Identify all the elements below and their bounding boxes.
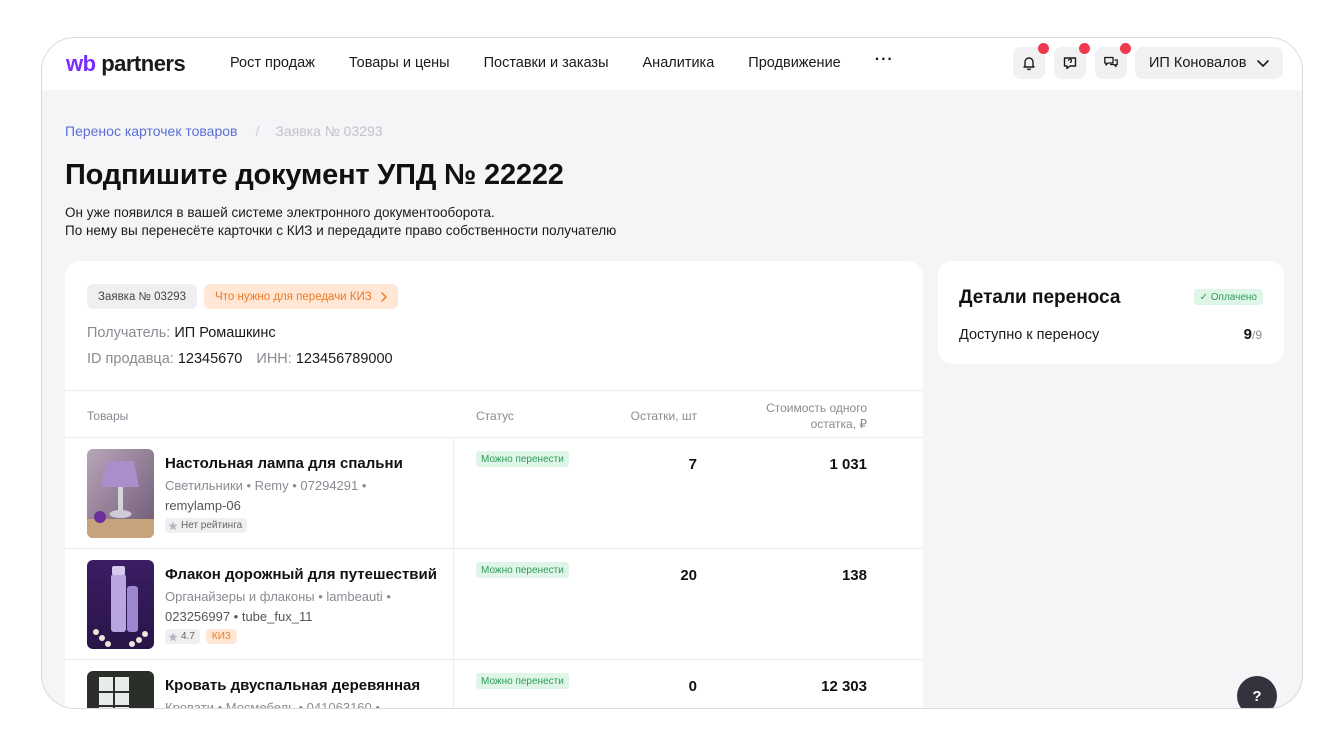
available-label: Доступно к переносу xyxy=(959,327,1100,343)
recipient-line: Получатель: ИП Ромашкинс xyxy=(87,325,276,341)
unit-cost: 12 303 xyxy=(821,678,867,695)
status-badge: Можно перенести xyxy=(476,562,569,578)
product-meta-line-2: remylamp-06 xyxy=(165,498,241,513)
subtitle-line-2: По нему вы перенесёте карточки с КИЗ и п… xyxy=(65,223,617,238)
kiz-badge: КИЗ xyxy=(205,629,237,644)
unit-cost: 1 031 xyxy=(829,456,867,473)
column-header-cost-line-2: остатка, ₽ xyxy=(810,417,867,431)
notification-dot xyxy=(1120,43,1131,54)
chat-button[interactable] xyxy=(1095,43,1131,79)
breadcrumb-parent-link[interactable]: Перенос карточек товаров xyxy=(65,123,237,139)
seller-ids-line: ID продавца: 12345670 ИНН: 123456789000 xyxy=(87,351,393,367)
page-title: Подпишите документ УПД № 22222 xyxy=(65,159,564,191)
table-row[interactable]: Настольная лампа для спальни Светильники… xyxy=(65,438,923,549)
stock-quantity: 7 xyxy=(688,456,697,473)
nav-item-products-prices[interactable]: Товары и цены xyxy=(349,55,450,71)
inn-label: ИНН: xyxy=(256,351,292,367)
chat-icon xyxy=(1104,56,1118,68)
account-menu-button[interactable]: ИП Коновалов xyxy=(1135,47,1283,79)
nav-item-promotion[interactable]: Продвижение xyxy=(748,55,840,71)
request-card: Заявка № 03293 Что нужно для передачи КИ… xyxy=(65,261,923,709)
product-meta-line-1: Светильники • Remy • 07294291 • xyxy=(165,478,367,493)
notifications-button[interactable] xyxy=(1013,43,1049,79)
product-image-lamp xyxy=(87,449,154,538)
nav-more-button[interactable]: ··· xyxy=(875,51,894,71)
stock-quantity: 20 xyxy=(680,567,697,584)
unit-cost: 138 xyxy=(841,567,867,584)
seller-id-label: ID продавца: xyxy=(87,351,174,367)
kiz-info-link[interactable]: Что нужно для передачи КИЗ xyxy=(204,284,398,309)
breadcrumb-separator: / xyxy=(255,123,260,139)
support-button[interactable] xyxy=(1054,43,1090,79)
nav-item-analytics[interactable]: Аналитика xyxy=(643,55,715,71)
products-table-header: Товары Статус Остатки, шт Стоимость одно… xyxy=(65,390,923,438)
bell-icon xyxy=(1023,57,1035,71)
logo-suffix: partners xyxy=(101,51,186,76)
seller-id-value: 12345670 xyxy=(177,351,243,367)
rating-value: Нет рейтинга xyxy=(181,520,243,531)
page-subtitle: Он уже появился в вашей системе электрон… xyxy=(65,204,616,240)
status-badge: Можно перенести xyxy=(476,673,569,689)
column-header-cost-line-1: Стоимость одного xyxy=(766,401,867,415)
product-meta-line-2: 023256997 • tube_fux_11 xyxy=(165,609,313,624)
rating-badge: 4.7 xyxy=(165,629,200,644)
star-icon xyxy=(168,521,178,530)
subtitle-line-1: Он уже появился в вашей системе электрон… xyxy=(65,205,495,220)
product-meta: Кровати • Мосмебель • 041063160 • xyxy=(165,698,395,709)
wb-partners-logo[interactable]: wb partners xyxy=(66,51,186,77)
star-icon xyxy=(168,632,178,641)
rating-badge: Нет рейтинга xyxy=(165,518,248,533)
recipient-value: ИП Ромашкинс xyxy=(174,325,276,341)
product-name[interactable]: Флакон дорожный для путешествий xyxy=(165,566,437,583)
table-row[interactable]: Флакон дорожный для путешествий Органайз… xyxy=(65,549,923,660)
main-nav: Рост продаж Товары и цены Поставки и зак… xyxy=(230,51,894,71)
breadcrumb-current: Заявка № 03293 xyxy=(275,123,383,139)
column-header-status: Статус xyxy=(476,409,514,423)
notification-dot xyxy=(1079,43,1090,54)
product-badges: 4.7 КИЗ xyxy=(165,629,237,644)
product-badges: Нет рейтинга xyxy=(165,518,248,533)
help-button[interactable]: ? xyxy=(1237,676,1277,708)
available-value: 9 xyxy=(1243,326,1252,343)
column-header-stock: Остатки, шт xyxy=(630,409,697,423)
nav-item-sales-growth[interactable]: Рост продаж xyxy=(230,55,315,71)
product-name[interactable]: Настольная лампа для спальни xyxy=(165,455,437,472)
available-total: /9 xyxy=(1251,328,1262,342)
product-image-travel-bottle xyxy=(87,560,154,649)
product-meta: Светильники • Remy • 07294291 • remylamp… xyxy=(165,476,395,516)
product-meta-line-1: Органайзеры и флаконы • lambeauti • xyxy=(165,589,391,604)
help-label: ? xyxy=(1252,687,1262,705)
account-name: ИП Коновалов xyxy=(1149,55,1247,71)
top-navigation-bar: wb partners Рост продаж Товары и цены По… xyxy=(42,38,1302,90)
logo-prefix: wb xyxy=(66,51,96,76)
support-icon xyxy=(1063,57,1077,70)
transfer-details-title: Детали переноса xyxy=(959,287,1121,308)
available-count: 9/9 xyxy=(1244,326,1262,343)
request-chips: Заявка № 03293 Что нужно для передачи КИ… xyxy=(87,284,398,309)
breadcrumb: Перенос карточек товаров / Заявка № 0329… xyxy=(65,123,383,139)
nav-item-supplies-orders[interactable]: Поставки и заказы xyxy=(484,55,609,71)
status-badge: Можно перенести xyxy=(476,451,569,467)
rating-value: 4.7 xyxy=(181,631,195,642)
request-number-chip: Заявка № 03293 xyxy=(87,284,198,309)
kiz-info-label: Что нужно для передачи КИЗ xyxy=(215,290,372,303)
product-image-bed xyxy=(87,671,154,708)
chevron-right-icon xyxy=(381,291,387,302)
column-header-cost: Стоимость одного остатка, ₽ xyxy=(766,400,867,432)
table-row[interactable]: Кровать двуспальная деревянная Кровати •… xyxy=(65,660,923,709)
recipient-label: Получатель: xyxy=(87,325,171,341)
product-name[interactable]: Кровать двуспальная деревянная xyxy=(165,677,437,694)
inn-value: 123456789000 xyxy=(295,351,393,367)
product-meta: Органайзеры и флаконы • lambeauti • 0232… xyxy=(165,587,395,627)
product-meta-line-1: Кровати • Мосмебель • 041063160 • xyxy=(165,700,380,709)
transfer-details-card: Детали переноса ✓ Оплачено Доступно к пе… xyxy=(938,261,1284,364)
paid-status-badge: ✓ Оплачено xyxy=(1193,289,1263,305)
column-header-products: Товары xyxy=(87,409,129,423)
notification-dot xyxy=(1038,43,1049,54)
stock-quantity: 0 xyxy=(688,678,697,695)
chevron-down-icon xyxy=(1257,60,1269,67)
app-window: wb partners Рост продаж Товары и цены По… xyxy=(41,37,1303,709)
